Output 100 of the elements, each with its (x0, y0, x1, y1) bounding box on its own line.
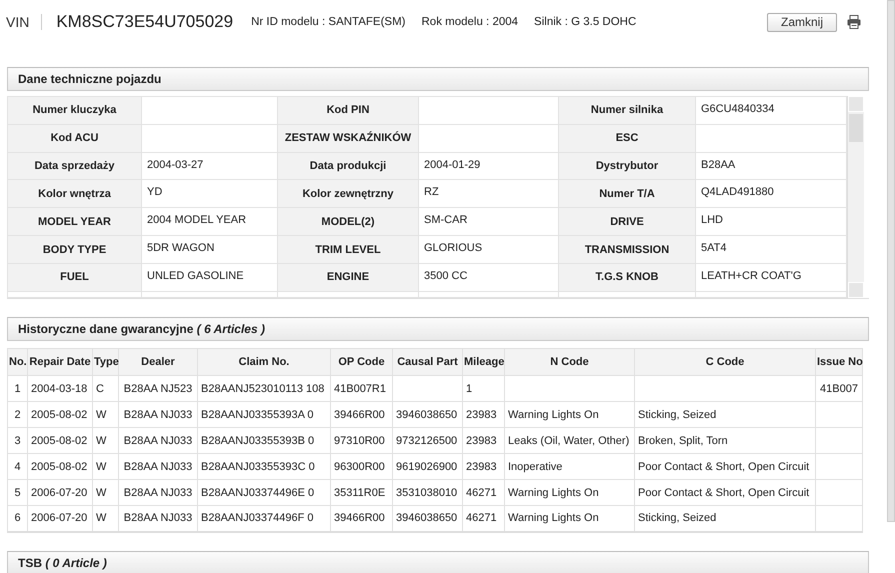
vehicle-info: Nr ID modelu : SANTAFE(SM) (251, 16, 406, 28)
column-header: Repair Date (28, 348, 92, 376)
table-cell (816, 506, 862, 532)
table-cell: 23983 (462, 454, 504, 480)
field-label: Data sprzedaży (8, 152, 142, 180)
column-header: N Code (504, 348, 634, 376)
table-cell (816, 402, 862, 428)
table-cell: B28AANJ523010113 108 (198, 376, 330, 402)
table-cell: W (92, 506, 118, 532)
field-value: 2004 MODEL YEAR (142, 208, 278, 236)
table-cell: 2006-07-20 (28, 506, 92, 532)
column-header: Issue No (816, 348, 862, 376)
printer-icon[interactable] (847, 15, 861, 29)
table-cell: 3 (8, 428, 28, 454)
field-value: 2004-01-29 (418, 152, 558, 180)
table-cell: B28AANJ03355393B 0 (198, 428, 330, 454)
field-value: LHD (696, 208, 846, 236)
field-label: T.G.S KNOB (558, 263, 696, 292)
vin-number: KM8SC73E54U705029 (56, 12, 234, 32)
table-cell: 39466R00 (330, 506, 392, 532)
table-cell: Sticking, Seized (634, 506, 816, 532)
table-cell: B28AANJ03355393C 0 (198, 454, 330, 480)
table-cell: B28AANJ03374496E 0 (198, 480, 330, 506)
field-value: B28AA (696, 152, 846, 180)
field-value: YD (142, 180, 278, 208)
field-label: Numer silnika (558, 96, 696, 124)
field-value: 5DR WAGON (142, 236, 278, 264)
table-cell: 39466R00 (330, 402, 392, 428)
table-cell: 2006-07-20 (28, 480, 92, 506)
close-button[interactable]: Zamknij (767, 12, 837, 32)
table-cell: Poor Contact & Short, Open Circuit (634, 480, 816, 506)
scrollbar[interactable] (847, 96, 864, 298)
column-header: Dealer (118, 348, 198, 376)
table-cell: Warning Lights On (504, 506, 634, 532)
vehicle-info: Silnik : G 3.5 DOHC (534, 16, 636, 28)
field-label: Kod ACU (8, 124, 142, 152)
vehicle-info: Rok modelu : 2004 (422, 16, 518, 28)
table-cell: Broken, Split, Torn (634, 428, 816, 454)
field-value: GLORIOUS (418, 236, 558, 264)
table-cell (392, 376, 462, 402)
field-value: RZ (418, 180, 558, 208)
table-cell: W (92, 428, 118, 454)
table-cell: 3946038650 (392, 506, 462, 532)
field-value: G6CU4840334 (696, 96, 846, 124)
table-cell: B28AANJ03355393A 0 (198, 402, 330, 428)
field-label: Kolor wnętrza (8, 180, 142, 208)
field-label: TRANSMISSION (558, 236, 696, 264)
table-cell: Poor Contact & Short, Open Circuit (634, 454, 816, 480)
column-header: Type (92, 348, 118, 376)
table-cell: 23983 (462, 402, 504, 428)
field-value: 5AT4 (696, 236, 846, 264)
table-cell (816, 454, 862, 480)
vin-label: VIN (6, 14, 30, 30)
section-header: TSB ( 0 Article ) (7, 550, 869, 573)
field-label: Dystrybutor (558, 152, 696, 180)
table-cell: 46271 (462, 480, 504, 506)
field-label: Numer kluczyka (8, 96, 142, 124)
field-label: Kolor zewnętrzny (278, 180, 418, 208)
field-label: MODEL YEAR (8, 208, 142, 236)
table-cell (816, 480, 862, 506)
field-value: UNLED GASOLINE (142, 263, 278, 292)
field-value: LEATH+CR COAT'G (696, 263, 846, 292)
table-cell: 96300R00 (330, 454, 392, 480)
table-cell: 4 (8, 454, 28, 480)
table-cell: 9732126500 (392, 428, 462, 454)
table-cell: 46271 (462, 506, 504, 532)
table-cell: 3531038010 (392, 480, 462, 506)
table-cell: 97310R00 (330, 428, 392, 454)
table-cell: B28AA NJ033 (118, 428, 198, 454)
table-cell: 1 (8, 376, 28, 402)
table-cell: C (92, 376, 118, 402)
table-cell: Warning Lights On (504, 402, 634, 428)
field-value: Q4LAD491880 (696, 180, 846, 208)
field-label: ZESTAW WSKAŹNIKÓW (278, 124, 418, 152)
field-label: Data produkcji (278, 152, 418, 180)
table-cell: 5 (8, 480, 28, 506)
field-label: MODEL(2) (278, 208, 418, 236)
field-label: DRIVE (558, 208, 696, 236)
table-cell (816, 428, 862, 454)
column-header: Mileage (462, 348, 504, 376)
table-cell: 41B007R1 (330, 376, 392, 402)
table-cell: Leaks (Oil, Water, Other) (504, 428, 634, 454)
field-label: TRIM LEVEL (278, 236, 418, 264)
table-cell: Inoperative (504, 454, 634, 480)
table-cell: 2005-08-02 (28, 402, 92, 428)
section-header: Historyczne dane gwarancyjne ( 6 Articles ) (7, 317, 869, 341)
field-value: 2004-03-27 (142, 152, 278, 180)
field-value: SM-CAR (418, 208, 558, 236)
table-cell: 9619026900 (392, 454, 462, 480)
table-cell: 2 (8, 402, 28, 428)
column-header: No. (8, 348, 28, 376)
table-cell: 1 (462, 376, 504, 402)
field-label: ESC (558, 124, 696, 152)
table-cell: 6 (8, 506, 28, 532)
table-cell: 2004-03-18 (28, 376, 92, 402)
table-cell: 41B007 (816, 376, 862, 402)
table-cell: B28AA NJ523 (118, 376, 198, 402)
table-cell: B28AANJ03374496F 0 (198, 506, 330, 532)
scrollbar[interactable] (887, 0, 895, 522)
field-value: 3500 CC (418, 263, 558, 292)
